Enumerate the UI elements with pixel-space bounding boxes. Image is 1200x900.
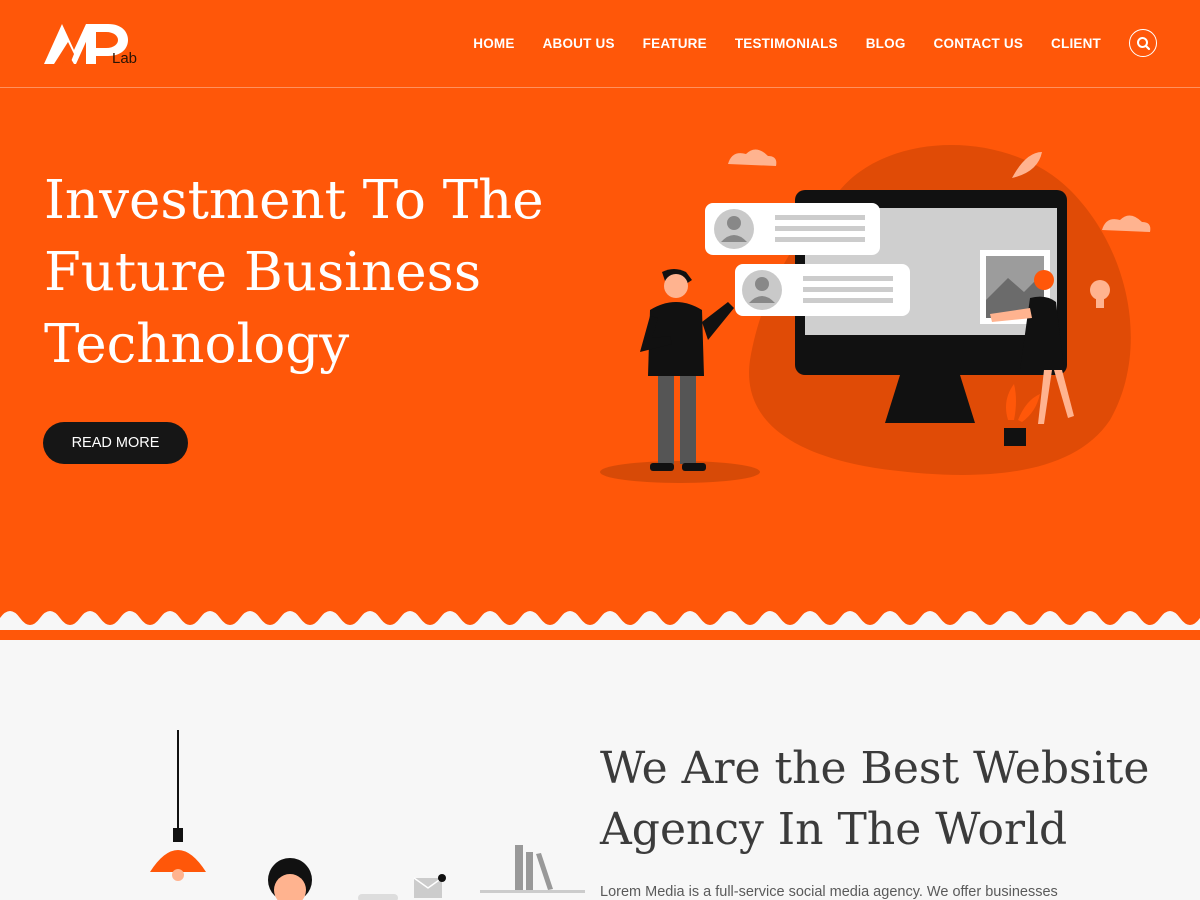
nav-item-feature[interactable]: FEATURE xyxy=(643,36,707,51)
workspace-illustration xyxy=(150,730,585,900)
nav-item-testimonials[interactable]: TESTIMONIALS xyxy=(735,36,838,51)
nav-item-blog[interactable]: BLOG xyxy=(866,36,906,51)
nav-item-about-us[interactable]: ABOUT US xyxy=(543,36,615,51)
logo-subtext: Lab xyxy=(112,50,138,67)
read-more-button[interactable]: READ MORE xyxy=(43,422,188,464)
search-icon xyxy=(1137,37,1151,51)
about-title: We Are the Best Website Agency In The Wo… xyxy=(600,743,1150,855)
nav-item-contact-us[interactable]: CONTACT US xyxy=(934,36,1024,51)
top-navbar: Lab HOME ABOUT US FEATURE TESTIMONIALS B… xyxy=(0,0,1200,88)
about-description: Lorem Media is a full-service social med… xyxy=(600,884,1058,900)
hero-title: Investment To The Future Business Techno… xyxy=(44,170,544,375)
nav-item-home[interactable]: HOME xyxy=(473,36,514,51)
business-presentation-illustration xyxy=(600,145,1151,483)
wave-divider xyxy=(0,611,1200,630)
search-button[interactable] xyxy=(1129,29,1157,57)
nav-item-client[interactable]: CLIENT xyxy=(1051,36,1101,51)
main-nav: HOME ABOUT US FEATURE TESTIMONIALS BLOG … xyxy=(445,36,1101,51)
hero-section: Lab HOME ABOUT US FEATURE TESTIMONIALS B… xyxy=(0,0,1200,640)
